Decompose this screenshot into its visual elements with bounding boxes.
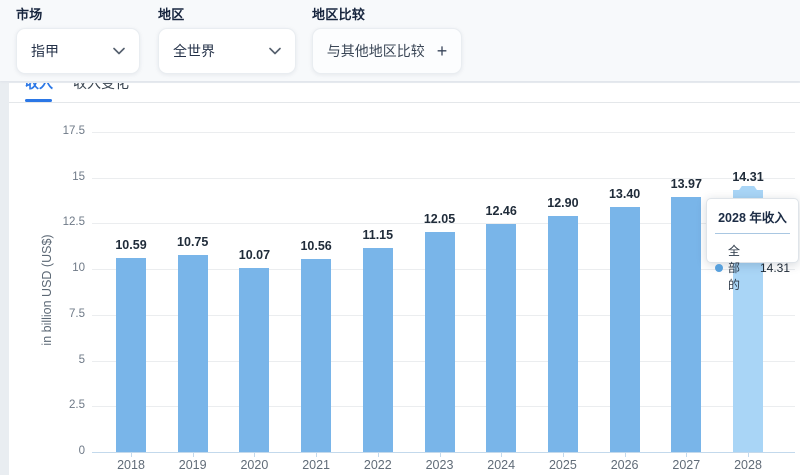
bar-2027[interactable] [671,197,701,452]
chart-tooltip: 2028 年收入 全部的 14.31 [706,198,799,263]
axis-tick [316,453,317,457]
bar-2024[interactable] [486,224,516,452]
region-filter-label: 地区 [158,4,296,23]
bar-value-label: 14.31 [716,170,780,184]
region-select-value: 全世界 [173,41,215,61]
tooltip-series-label: 全部的 [728,242,749,293]
revenue-bar-chart: in billion USD (US$) 0 2.5 5 7.5 10 12.5 15 17.… [9,103,800,475]
gridline [92,132,795,133]
plus-icon: + [437,42,448,60]
bar-value-label: 10.59 [99,238,163,252]
bar-2020[interactable] [239,268,269,452]
market-select-value: 指甲 [31,41,59,61]
x-tick-label: 2023 [410,458,470,472]
tab-revenue[interactable]: 收入 [25,83,53,92]
market-filter-label: 市场 [16,4,140,23]
series-dot-icon [715,264,723,272]
x-tick-label: 2028 [718,458,778,472]
y-tick-label: 0 [9,445,85,457]
market-outlook-page: 市场 指甲 地区 全世界 地区比较 与其他地区比较 + [0,0,800,475]
axis-tick [501,453,502,457]
x-axis-line [92,452,795,453]
bar-value-label: 10.56 [284,239,348,253]
bar-value-label: 13.40 [593,187,657,201]
axis-tick [686,453,687,457]
x-tick-label: 2026 [595,458,655,472]
compare-regions-button[interactable]: 与其他地区比较 + [312,28,462,74]
tooltip-value: 14.31 [760,261,790,275]
bar-value-label: 10.07 [222,248,286,262]
bar-2022[interactable] [363,248,393,452]
chart-card: 收入 收入变化 in billion USD (US$) 0 2.5 5 7.5 10 1… [9,83,800,475]
y-axis-title: in billion USD (US$) [40,234,54,345]
axis-tick [625,453,626,457]
axis-tick [254,453,255,457]
bar-2025[interactable] [548,216,578,452]
y-tick-label: 5 [9,354,85,366]
bar-2018[interactable] [116,258,146,452]
region-select[interactable]: 全世界 [158,28,296,74]
y-tick-label: 7.5 [9,308,85,320]
bar-value-label: 12.46 [469,204,533,218]
y-tick-label: 10 [9,262,85,274]
chevron-down-icon [269,47,281,55]
x-tick-label: 2027 [656,458,716,472]
axis-tick [378,453,379,457]
x-tick-label: 2019 [163,458,223,472]
y-tick-label: 17.5 [9,125,85,137]
y-tick-label: 12.5 [9,216,85,228]
bar-value-label: 12.90 [531,196,595,210]
bar-value-label: 10.75 [161,235,225,249]
axis-tick [563,453,564,457]
region-filter-group: 地区 全世界 [158,4,296,74]
filter-header: 市场 指甲 地区 全世界 地区比较 与其他地区比较 + [0,0,800,81]
bar-2019[interactable] [178,255,208,452]
axis-tick [193,453,194,457]
axis-tick [748,453,749,457]
x-tick-label: 2025 [533,458,593,472]
tab-revenue-change[interactable]: 收入变化 [73,83,129,92]
bar-value-label: 12.05 [408,212,472,226]
compare-regions-button-label: 与其他地区比较 [327,41,425,61]
x-tick-label: 2020 [224,458,284,472]
tooltip-row: 全部的 14.31 [707,234,798,293]
region-compare-label: 地区比较 [312,4,462,23]
x-tick-label: 2021 [286,458,346,472]
bar-2023[interactable] [425,232,455,452]
bar-2026[interactable] [610,207,640,452]
tooltip-title: 2028 年收入 [707,207,798,226]
y-tick-label: 2.5 [9,399,85,411]
axis-tick [131,453,132,457]
x-tick-label: 2018 [101,458,161,472]
market-select[interactable]: 指甲 [16,28,140,74]
y-tick-label: 15 [9,171,85,183]
chevron-down-icon [113,47,125,55]
bar-value-label: 11.15 [346,228,410,242]
market-filter-group: 市场 指甲 [16,4,140,74]
bar-value-label: 13.97 [654,177,718,191]
axis-tick [440,453,441,457]
region-compare-group: 地区比较 与其他地区比较 + [312,4,462,74]
x-tick-label: 2024 [471,458,531,472]
bar-2021[interactable] [301,259,331,452]
x-tick-label: 2022 [348,458,408,472]
